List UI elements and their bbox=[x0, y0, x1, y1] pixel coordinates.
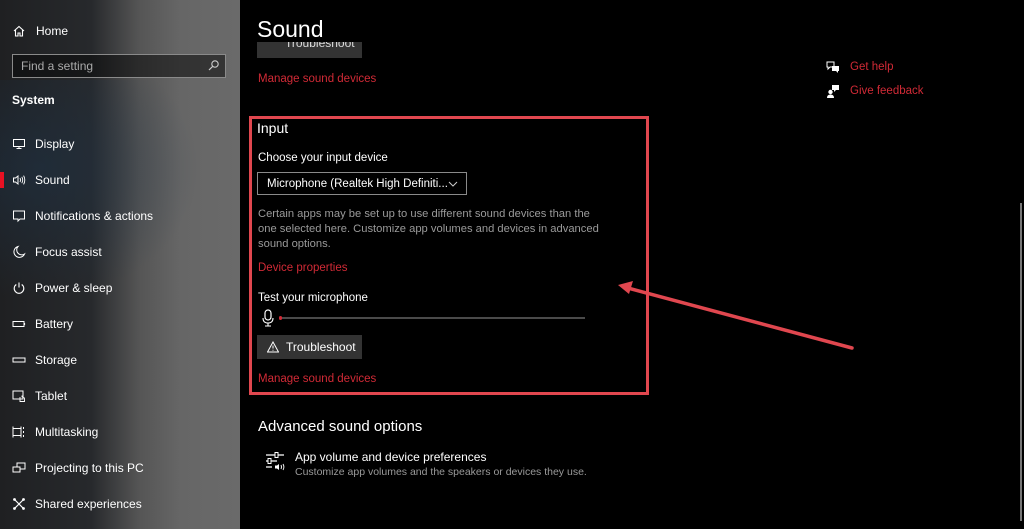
home-label: Home bbox=[36, 24, 69, 38]
moon-icon bbox=[13, 245, 26, 258]
display-icon bbox=[13, 139, 25, 149]
sidebar-item-label: Storage bbox=[35, 353, 78, 367]
sidebar-item-focus-assist[interactable]: Focus assist bbox=[0, 234, 240, 270]
battery-icon bbox=[12, 321, 26, 327]
advanced-section-heading: Advanced sound options bbox=[258, 418, 423, 435]
app-volume-icon bbox=[266, 452, 285, 471]
help-panel: Get help Give feedback bbox=[826, 55, 924, 103]
storage-icon bbox=[12, 357, 26, 363]
app-volume-subtitle: Customize app volumes and the speakers o… bbox=[295, 466, 587, 478]
sidebar-item-storage[interactable]: Storage bbox=[0, 342, 240, 378]
sidebar: Home System Display Sound Notifications … bbox=[0, 0, 240, 529]
multitasking-icon bbox=[12, 426, 24, 438]
output-manage-sound-devices-link[interactable]: Manage sound devices bbox=[258, 73, 376, 85]
input-troubleshoot-button[interactable]: Troubleshoot bbox=[257, 335, 362, 359]
choose-input-device-label: Choose your input device bbox=[258, 152, 388, 164]
sidebar-item-tablet[interactable]: Tablet bbox=[0, 378, 240, 414]
chevron-down-icon bbox=[448, 181, 458, 187]
home-nav-item[interactable]: Home bbox=[12, 22, 68, 40]
sidebar-nav: Display Sound Notifications & actions Fo… bbox=[0, 126, 240, 522]
search-icon[interactable] bbox=[207, 59, 220, 72]
sidebar-item-label: Multitasking bbox=[35, 425, 99, 439]
app-volume-title: App volume and device preferences bbox=[295, 450, 487, 464]
input-description: Certain apps may be set up to use differ… bbox=[258, 208, 599, 250]
sidebar-item-projecting[interactable]: Projecting to this PC bbox=[0, 450, 240, 486]
device-properties-link[interactable]: Device properties bbox=[258, 262, 347, 274]
main-content: Troubleshoot Sound Manage sound devices … bbox=[240, 0, 1024, 529]
microphone-level-meter bbox=[279, 316, 585, 320]
sidebar-item-label: Display bbox=[35, 137, 75, 151]
output-troubleshoot-button[interactable]: Troubleshoot bbox=[257, 42, 362, 58]
feedback-icon bbox=[827, 85, 839, 98]
tablet-icon bbox=[12, 390, 25, 402]
sidebar-item-notifications[interactable]: Notifications & actions bbox=[0, 198, 240, 234]
section-label-system: System bbox=[12, 93, 55, 107]
page-title: Sound bbox=[257, 16, 324, 42]
sidebar-item-display[interactable]: Display bbox=[0, 126, 240, 162]
input-device-value: Microphone (Realtek High Definiti... bbox=[267, 177, 448, 190]
sidebar-item-label: Power & sleep bbox=[35, 281, 113, 295]
title-bar-backdrop bbox=[240, 0, 1024, 42]
warning-icon bbox=[267, 341, 279, 353]
microphone-icon bbox=[262, 309, 274, 327]
scrollbar[interactable] bbox=[1020, 203, 1022, 521]
input-manage-sound-devices-link[interactable]: Manage sound devices bbox=[258, 373, 376, 385]
sidebar-item-label: Focus assist bbox=[35, 245, 102, 259]
input-device-dropdown[interactable]: Microphone (Realtek High Definiti... bbox=[257, 172, 467, 195]
test-microphone-label: Test your microphone bbox=[258, 292, 368, 304]
sidebar-item-multitasking[interactable]: Multitasking bbox=[0, 414, 240, 450]
annotation-arrow-line bbox=[622, 285, 854, 350]
get-help-link-row[interactable]: Get help bbox=[826, 55, 924, 79]
sidebar-item-label: Tablet bbox=[35, 389, 68, 403]
sidebar-item-sound[interactable]: Sound bbox=[0, 162, 240, 198]
give-feedback-link[interactable]: Give feedback bbox=[850, 85, 924, 97]
search-box[interactable] bbox=[12, 54, 226, 78]
sidebar-item-label: Battery bbox=[35, 317, 74, 331]
speaker-icon bbox=[13, 174, 26, 186]
search-input[interactable] bbox=[21, 59, 201, 73]
sidebar-item-power-sleep[interactable]: Power & sleep bbox=[0, 270, 240, 306]
input-section-heading: Input bbox=[257, 120, 289, 136]
get-help-icon bbox=[826, 61, 839, 73]
sidebar-item-label: Projecting to this PC bbox=[35, 461, 144, 475]
power-icon bbox=[13, 282, 25, 294]
output-troubleshoot-label: Troubleshoot bbox=[285, 42, 355, 50]
sidebar-item-label: Notifications & actions bbox=[35, 209, 154, 223]
sidebar-item-label: Shared experiences bbox=[35, 497, 142, 511]
give-feedback-link-row[interactable]: Give feedback bbox=[826, 79, 924, 103]
get-help-link[interactable]: Get help bbox=[850, 61, 893, 73]
microphone-level-fill bbox=[279, 316, 283, 320]
projecting-icon bbox=[12, 462, 26, 473]
sidebar-item-shared-experiences[interactable]: Shared experiences bbox=[0, 486, 240, 522]
sidebar-item-label: Sound bbox=[35, 173, 70, 187]
input-troubleshoot-label: Troubleshoot bbox=[286, 340, 356, 354]
sidebar-item-battery[interactable]: Battery bbox=[0, 306, 240, 342]
shared-icon bbox=[13, 498, 25, 510]
notification-icon bbox=[13, 210, 25, 223]
home-icon bbox=[13, 25, 25, 37]
app-volume-preferences-item[interactable]: App volume and device preferences Custom… bbox=[265, 450, 587, 478]
